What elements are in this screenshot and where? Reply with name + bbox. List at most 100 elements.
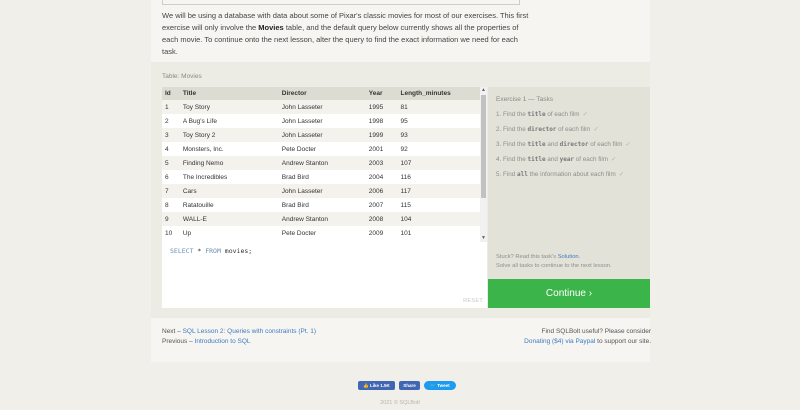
next-prefix: Next – — [162, 328, 183, 335]
check-icon: ✓ — [611, 156, 617, 163]
cell-director: John Lasseter — [278, 184, 366, 198]
table-row: 6 The Incredibles Brad Bird 2004 116 — [162, 170, 480, 184]
prev-prefix: Previous – — [162, 338, 195, 345]
continue-button[interactable]: Continue › — [488, 279, 650, 308]
table-row: 10 Up Pete Docter 2009 101 — [162, 226, 480, 240]
intro-bold-table: Movies — [258, 23, 284, 32]
cell-year: 2007 — [365, 198, 398, 212]
task-item: 2. Find the director of each film ✓ — [496, 125, 646, 134]
cell-year: 2004 — [365, 170, 398, 184]
cell-id: 7 — [162, 184, 180, 198]
facebook-like-button[interactable]: 👍 Like 1.5K — [358, 381, 395, 390]
donate-line: Donating ($4) via Paypal to support our … — [524, 337, 651, 347]
task-text: 2. Find the — [496, 126, 528, 133]
cell-title: Monsters, Inc. — [179, 142, 279, 156]
keyword-from: FROM — [205, 247, 221, 255]
cell-title: Cars — [179, 184, 279, 198]
task-item: 4. Find the title and year of each film ✓ — [496, 155, 646, 164]
tweet-button[interactable]: 🐦 Tweet — [424, 381, 456, 390]
cell-title: Toy Story — [179, 100, 279, 114]
table-row: 5 Finding Nemo Andrew Stanton 2003 107 — [162, 156, 480, 170]
cell-title: Finding Nemo — [179, 156, 279, 170]
table-body: 1 Toy Story John Lasseter 1995 81 2 A Bug's Li… — [162, 100, 480, 240]
task-text: and — [545, 156, 560, 163]
cell-title: Ratatouille — [179, 198, 279, 212]
previous-lesson-link[interactable]: Introduction to SQL — [195, 338, 251, 345]
column-header-title: Title — [179, 87, 279, 100]
cell-length: 117 — [397, 184, 480, 198]
table-row: 2A Bug's Life John Lasseter 1998 95 — [162, 114, 480, 128]
query-table-name: movies; — [220, 247, 253, 255]
cell-year: 2008 — [365, 212, 398, 226]
table-row: 4 Monsters, Inc. Pete Docter 2001 92 — [162, 142, 480, 156]
cell-title: A Bug's Life — [179, 114, 279, 128]
donate-section: Find SQLBolt useful? Please consider Don… — [524, 327, 651, 347]
cell-length: 104 — [397, 212, 480, 226]
task-item: 5. Find all the information about each f… — [496, 170, 646, 179]
table-scrollbar[interactable]: ▲ ▼ — [480, 87, 487, 242]
reset-button[interactable]: RESET — [463, 298, 483, 304]
cell-id: 10 — [162, 226, 180, 240]
task-text: of each film — [574, 156, 608, 163]
cell-year: 1999 — [365, 128, 398, 142]
cell-length: 101 — [397, 226, 480, 240]
cell-id: 2 — [162, 114, 180, 128]
previous-lesson: Previous – Introduction to SQL — [162, 337, 316, 347]
task-keyword: title — [527, 141, 546, 148]
task-keyword: director — [527, 126, 557, 133]
cell-year: 2009 — [365, 226, 398, 240]
next-lesson-link[interactable]: SQL Lesson 2: Queries with constraints (… — [183, 328, 316, 335]
scroll-thumb[interactable] — [481, 95, 486, 198]
scroll-down-arrow-icon[interactable]: ▼ — [480, 235, 487, 242]
solution-link[interactable]: Solution — [558, 254, 579, 260]
column-header-length: Length_minutes — [397, 87, 480, 100]
cell-id: 5 — [162, 156, 180, 170]
cell-length: 92 — [397, 142, 480, 156]
cell-director: Andrew Stanton — [278, 212, 366, 226]
cell-title: The Incredibles — [179, 170, 279, 184]
stuck-prefix: Stuck? Read this task's — [496, 254, 558, 260]
donate-link[interactable]: Donating ($4) via Paypal — [524, 338, 595, 345]
stuck-suffix: . — [578, 254, 581, 260]
column-header-id: Id — [162, 87, 180, 100]
table-row: 1 Toy Story John Lasseter 1995 81 — [162, 100, 480, 114]
cell-length: 115 — [397, 198, 480, 212]
task-text: 5. Find — [496, 171, 517, 178]
table-caption: Table: Movies — [162, 73, 202, 80]
keyword-select: SELECT — [170, 247, 194, 255]
table-row: 7 Cars John Lasseter 2006 117 — [162, 184, 480, 198]
cell-id: 3 — [162, 128, 180, 142]
stuck-hint: Stuck? Read this task's Solution. Solve … — [496, 253, 646, 271]
table-row: 9 WALL-E Andrew Stanton 2008 104 — [162, 212, 480, 226]
check-icon: ✓ — [625, 141, 631, 148]
task-text: and — [545, 141, 560, 148]
social-buttons: 👍 Like 1.5K Share 🐦 Tweet — [0, 381, 800, 391]
task-text: 4. Find the — [496, 156, 528, 163]
query-star: * — [193, 247, 206, 255]
task-keyword: title — [527, 111, 546, 118]
scroll-up-arrow-icon[interactable]: ▲ — [480, 87, 487, 94]
query-text[interactable]: SELECT * FROM movies; — [170, 247, 252, 255]
facebook-share-button[interactable]: Share — [399, 381, 420, 390]
results-table-container[interactable]: Id Title Director Year Length_minutes 1T… — [162, 87, 487, 242]
cell-id: 1 — [162, 100, 180, 114]
cell-year: 2001 — [365, 142, 398, 156]
cell-director: Brad Bird — [278, 170, 366, 184]
cell-length: 107 — [397, 156, 480, 170]
table-row: 8 Ratatouille Brad Bird 2007 115 — [162, 198, 480, 212]
check-icon: ✓ — [593, 126, 599, 133]
cell-id: 4 — [162, 142, 180, 156]
cell-title: WALL-E — [179, 212, 279, 226]
cell-id: 8 — [162, 198, 180, 212]
task-keyword: all — [517, 171, 528, 178]
cell-title: Toy Story 2 — [179, 128, 279, 142]
task-keyword: director — [559, 141, 589, 148]
donate-suffix: to support our site. — [595, 338, 651, 345]
task-text: of each film — [588, 141, 623, 148]
cell-director: Brad Bird — [278, 198, 366, 212]
cell-length: 116 — [397, 170, 480, 184]
cell-id: 6 — [162, 170, 180, 184]
cell-director: John Lasseter — [278, 100, 366, 114]
query-editor[interactable]: SELECT * FROM movies; RESET — [162, 242, 487, 308]
top-divider — [162, 0, 520, 5]
